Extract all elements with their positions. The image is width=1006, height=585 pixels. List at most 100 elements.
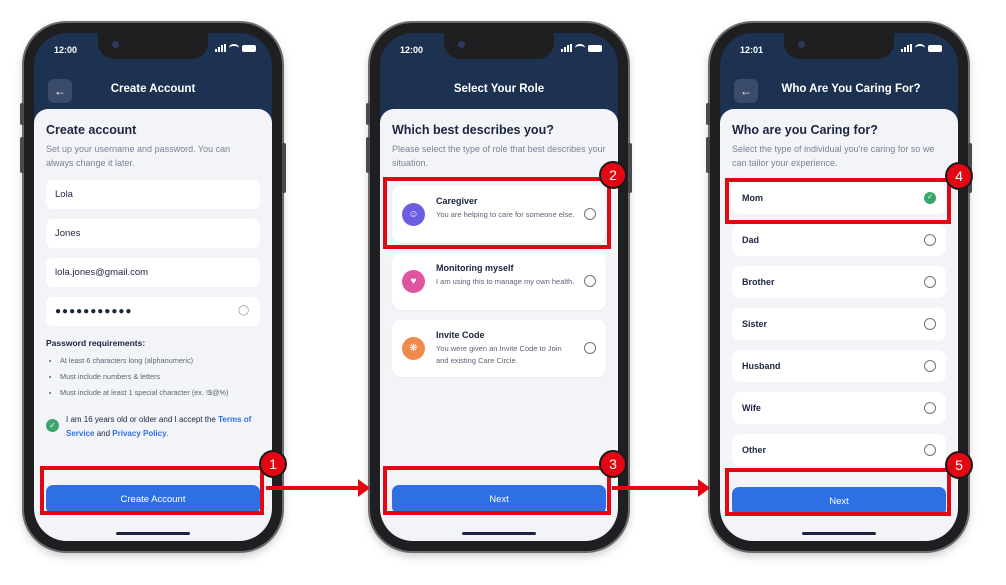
side-button (706, 103, 710, 125)
step-badge-2: 2 (599, 161, 627, 189)
option-dad[interactable]: Dad (732, 224, 946, 256)
status-icons (215, 44, 256, 52)
terms-text: I am 16 years old or older and I accept … (66, 413, 260, 441)
last-name-field[interactable]: Jones (46, 219, 260, 248)
heart-icon: ♥ (402, 270, 425, 293)
side-button (706, 137, 710, 173)
signal-icon (901, 44, 912, 52)
option-label: Wife (742, 403, 761, 413)
highlight-box-caregiver (383, 177, 611, 249)
notch (784, 33, 894, 59)
home-indicator (116, 532, 190, 535)
role-description: I am using this to manage my own health. (436, 277, 575, 286)
step-badge-1: 1 (259, 450, 287, 478)
status-icons (561, 44, 602, 52)
page-subtitle: Select the type of individual you're car… (732, 144, 935, 168)
role-card-monitoring-myself[interactable]: ♥ Monitoring myself I am using this to m… (392, 253, 606, 310)
side-button (20, 137, 24, 173)
password-requirements-list: At least 6 characters long (alphanumeric… (46, 353, 260, 401)
highlight-box-next (383, 466, 611, 515)
requirement-item: Must include at least 1 special characte… (60, 385, 260, 401)
option-sister[interactable]: Sister (732, 308, 946, 340)
option-label: Brother (742, 277, 775, 287)
wifi-icon (575, 44, 585, 52)
requirement-item: At least 6 characters long (alphanumeric… (60, 353, 260, 369)
page-title: Who are you Caring for? (732, 123, 878, 137)
home-indicator (462, 532, 536, 535)
radio-button[interactable] (584, 275, 596, 287)
password-value: ●●●●●●●●●●● (55, 306, 133, 317)
header-title: Create Account (110, 83, 196, 95)
highlight-box-next-final (725, 468, 951, 516)
home-indicator (802, 532, 876, 535)
battery-icon (928, 44, 942, 52)
screen: 12:01 ← Who Are You Caring For? Who are … (720, 33, 958, 541)
check-circle-icon[interactable]: ✓ (46, 419, 59, 432)
password-requirements-title: Password requirements: (46, 338, 146, 348)
privacy-policy-link[interactable]: Privacy Policy (112, 429, 166, 438)
option-husband[interactable]: Husband (732, 350, 946, 382)
radio-button[interactable] (924, 402, 936, 414)
highlight-box-mom (725, 178, 951, 224)
terms-consent: ✓ I am 16 years old or older and I accep… (46, 413, 260, 441)
notch (98, 33, 208, 59)
option-other[interactable]: Other (732, 434, 946, 466)
eye-hidden-icon[interactable]: ◯ (238, 305, 252, 317)
page-title: Which best describes you? (392, 123, 554, 137)
network-icon: ❋ (402, 337, 425, 360)
radio-button[interactable] (924, 444, 936, 456)
side-button (366, 103, 370, 125)
radio-button[interactable] (584, 342, 596, 354)
status-time: 12:00 (400, 45, 424, 55)
option-wife[interactable]: Wife (732, 392, 946, 424)
camera (798, 41, 805, 48)
flow-arrow-right (266, 479, 370, 497)
role-title: Monitoring myself (436, 263, 514, 273)
radio-button[interactable] (924, 234, 936, 246)
screen: 12:00 ← Create Account Create account Se… (34, 33, 272, 541)
page-subtitle: Set up your username and password. You c… (46, 144, 231, 168)
camera (458, 41, 465, 48)
option-label: Husband (742, 361, 781, 371)
header: ← Who Are You Caring For? (720, 69, 958, 111)
highlight-box-create-account (40, 466, 264, 515)
status-time: 12:00 (54, 45, 78, 55)
flow-arrow-right (612, 479, 710, 497)
side-button (282, 143, 286, 193)
page-title: Create account (46, 123, 137, 137)
header: ← Create Account (34, 69, 272, 111)
radio-button[interactable] (924, 318, 936, 330)
role-title: Invite Code (436, 330, 485, 340)
step-badge-5: 5 (945, 451, 973, 479)
requirement-item: Must include numbers & letters (60, 369, 260, 385)
header-title: Select Your Role (453, 83, 545, 95)
terms-and: and (96, 429, 111, 438)
header-title: Who Are You Caring For? (781, 83, 921, 95)
side-button (628, 143, 632, 193)
page-subtitle: Please select the type of role that best… (392, 144, 606, 168)
radio-button[interactable] (924, 360, 936, 372)
option-label: Other (742, 445, 767, 455)
option-label: Dad (742, 235, 760, 245)
camera (112, 41, 119, 48)
side-button (20, 103, 24, 125)
step-badge-3: 3 (599, 450, 627, 478)
signal-icon (561, 44, 572, 52)
role-description: You were given an Invite Code to Join an… (436, 344, 562, 365)
radio-button[interactable] (924, 276, 936, 288)
battery-icon (242, 44, 256, 52)
screen: 12:00 Select Your Role Which best descri… (380, 33, 618, 541)
signal-icon (215, 44, 226, 52)
wifi-icon (915, 44, 925, 52)
terms-end: . (166, 429, 169, 438)
password-field[interactable]: ●●●●●●●●●●● ◯ (46, 297, 260, 326)
email-field[interactable]: lola.jones@gmail.com (46, 258, 260, 287)
first-name-field[interactable]: Lola (46, 180, 260, 209)
option-label: Sister (742, 319, 768, 329)
notch (444, 33, 554, 59)
role-card-invite-code[interactable]: ❋ Invite Code You were given an Invite C… (392, 320, 606, 377)
option-brother[interactable]: Brother (732, 266, 946, 298)
terms-label: I am 16 years old or older and I accept … (66, 415, 216, 424)
status-time: 12:01 (740, 45, 764, 55)
header: Select Your Role (380, 69, 618, 111)
